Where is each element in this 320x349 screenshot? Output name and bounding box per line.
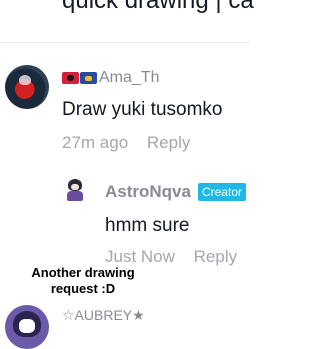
albania-flag-icon <box>62 72 79 84</box>
reply-username-row[interactable]: AstroNqva Creator <box>105 182 246 202</box>
reply-text: hmm sure <box>105 215 190 236</box>
overlay-caption: Another drawing request :D <box>31 265 135 296</box>
comment-meta: 27m ago Reply <box>62 133 190 153</box>
comment-time: 27m ago <box>62 133 129 152</box>
commenter-avatar[interactable] <box>5 305 49 349</box>
avatar-face <box>19 319 35 333</box>
avatar-body <box>67 191 83 201</box>
divider <box>0 42 250 43</box>
reply-button[interactable]: Reply <box>194 247 237 266</box>
creator-badge: Creator <box>197 183 246 201</box>
reply-time: Just Now <box>105 247 175 266</box>
reply-username[interactable]: AstroNqva <box>105 182 191 202</box>
commenter-avatar[interactable] <box>5 65 49 109</box>
reply-button[interactable]: Reply <box>147 133 190 152</box>
video-title-text: quick drawing | ca <box>62 0 254 14</box>
comment-username[interactable]: Ama_Th <box>99 69 159 87</box>
comment-username-row[interactable]: Ama_Th <box>62 68 159 88</box>
avatar-face <box>71 184 79 190</box>
kosovo-flag-icon <box>80 72 97 84</box>
creator-avatar[interactable] <box>64 177 86 203</box>
comment-text: Draw yuki tusomko <box>62 99 223 120</box>
comment-username[interactable]: ☆AUBREY★ <box>62 307 145 324</box>
reply-meta: Just Now Reply <box>105 247 237 267</box>
